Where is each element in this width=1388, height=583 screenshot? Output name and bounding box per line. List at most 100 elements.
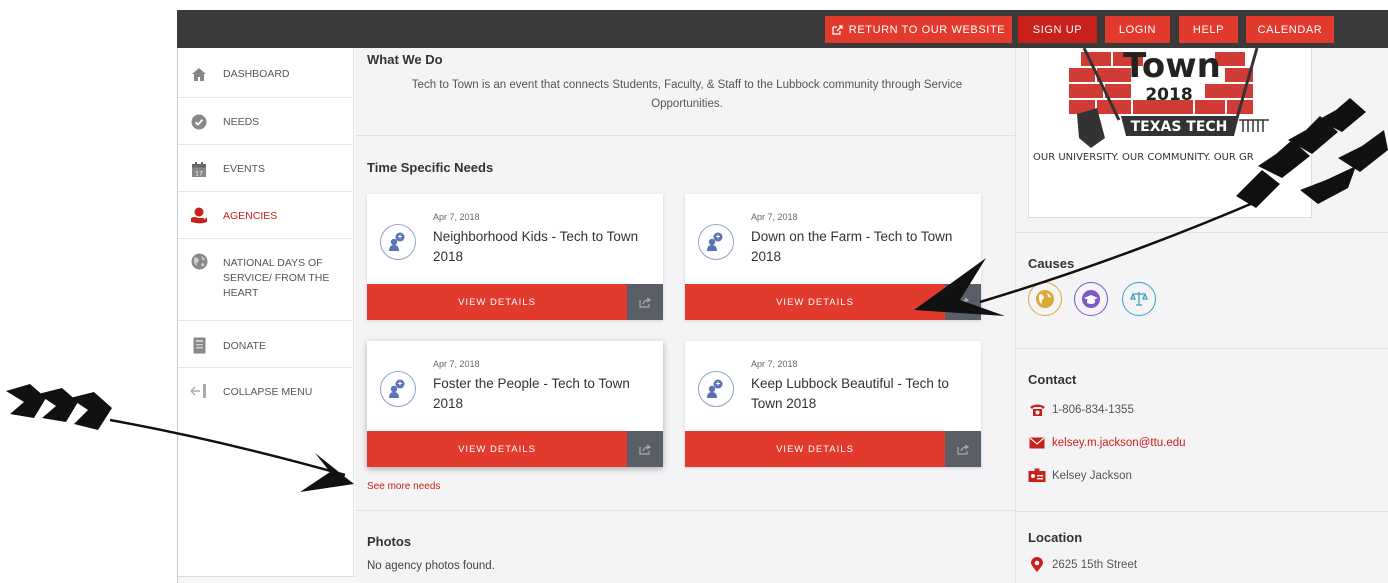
donate-icon [190,336,208,354]
view-details-button[interactable]: VIEW DETAILS [367,431,627,467]
what-we-do-description: Tech to Town is an event that connects S… [411,79,963,110]
need-date: Apr 7, 2018 [751,359,798,369]
contact-title: Contact [1028,372,1077,387]
location-address: 2625 15th Street [1028,557,1137,573]
photos-title: Photos [367,534,412,549]
tech-to-town-logo-image: Town 2018 TEXAS TECH OUR UNIVERSITY. OUR… [1033,46,1269,163]
need-card: Apr 7, 2018 Foster the People - Tech to … [367,341,663,467]
help-button[interactable]: Help [1179,16,1238,43]
sidebar-item-label: DASHBOARD [223,68,290,80]
page: Return to our website Sign up Login Help… [0,0,1388,583]
cause-globe-button[interactable] [1028,282,1062,316]
calendar-label: Calendar [1257,23,1323,36]
location-title: Location [1028,530,1083,545]
divider [1016,232,1388,233]
volunteer-icon [698,224,734,260]
sign-up-label: Sign up [1032,23,1083,36]
main-content: What We Do Tech to Town is an event that… [355,48,1015,583]
agency-hand-icon [190,206,208,224]
divider [355,135,1015,136]
email-address: kelsey.m.jackson@ttu.edu [1052,437,1186,449]
need-title: Down on the Farm - Tech to Town 2018 [751,229,953,264]
map-pin-icon [1028,557,1046,573]
view-details-button[interactable]: VIEW DETAILS [685,431,945,467]
see-more-needs-link[interactable]: See more needs [367,481,440,492]
sidebar-item-label: EVENTS [223,163,266,175]
return-to-website-button[interactable]: Return to our website [825,16,1012,43]
volunteer-icon [698,371,734,407]
logo-banner: TEXAS TECH [1131,119,1228,135]
sidebar-item-collapse-menu[interactable]: COLLAPSE MENU [178,368,354,413]
divider [355,510,1015,511]
sidebar-item-agencies[interactable]: AGENCIES [178,192,354,239]
external-link-icon [832,24,843,35]
causes-title: Causes [1028,256,1075,271]
share-icon [956,297,969,308]
need-card: Apr 7, 2018 Neighborhood Kids - Tech to … [367,194,663,320]
phone-icon [1028,403,1046,417]
view-details-button[interactable]: VIEW DETAILS [685,284,945,320]
envelope-icon [1028,437,1046,449]
sidebar: DASHBOARD NEEDS 17 EVENTS AGENCIES NATIO… [177,48,528,583]
no-photos-message: No agency photos found. [367,560,495,572]
sidebar-item-label: NATIONAL DAYS OF SERVICE/ FROM THE HEART [223,257,330,299]
id-card-icon [1028,468,1046,483]
share-icon [638,297,651,308]
phone-number: 1-806-834-1355 [1052,404,1134,416]
volunteer-icon [380,371,416,407]
agency-logo: Town 2018 TEXAS TECH OUR UNIVERSITY. OUR… [1028,46,1312,218]
sidebar-item-label: AGENCIES [223,210,278,222]
calendar-button[interactable]: Calendar [1246,16,1334,43]
logo-word: Town [1123,48,1221,86]
share-button[interactable] [945,284,981,320]
login-label: Login [1118,23,1157,36]
contact-email[interactable]: kelsey.m.jackson@ttu.edu [1028,437,1186,449]
address-line: 2625 15th Street [1052,559,1138,571]
share-icon [638,444,651,455]
svg-text:17: 17 [195,170,203,177]
graduation-cap-icon [1082,290,1100,308]
sidebar-item-events[interactable]: 17 EVENTS [178,145,354,192]
sidebar-item-label: DONATE [223,340,266,352]
need-title: Foster the People - Tech to Town 2018 [433,376,630,411]
need-title: Neighborhood Kids - Tech to Town 2018 [433,229,639,264]
sidebar-item-national-days[interactable]: NATIONAL DAYS OF SERVICE/ FROM THE HEART [178,239,354,321]
home-icon [190,65,208,83]
sidebar-item-dashboard[interactable]: DASHBOARD [178,48,354,98]
need-date: Apr 7, 2018 [433,359,480,369]
divider [1016,348,1388,349]
need-card: Apr 7, 2018 Keep Lubbock Beautiful - Tec… [685,341,981,467]
cause-justice-button[interactable] [1122,282,1156,316]
cause-education-button[interactable] [1074,282,1108,316]
help-label: Help [1192,23,1225,36]
divider [1016,511,1388,512]
scales-icon [1130,292,1148,306]
check-circle-icon [190,113,208,131]
share-button[interactable] [945,431,981,467]
globe-icon [1036,290,1054,308]
sidebar-item-donate[interactable]: DONATE [178,321,354,368]
globe-icon [190,252,208,270]
collapse-arrow-icon [190,382,208,400]
contact-person: Kelsey Jackson [1028,468,1132,483]
logo-year: 2018 [1145,85,1192,105]
time-specific-needs-title: Time Specific Needs [367,160,494,175]
login-button[interactable]: Login [1105,16,1170,43]
sidebar-item-needs[interactable]: NEEDS [178,98,354,145]
what-we-do-title: What We Do [367,52,443,67]
sign-up-button[interactable]: Sign up [1018,16,1097,43]
share-button[interactable] [627,284,663,320]
need-date: Apr 7, 2018 [751,212,798,222]
share-icon [956,444,969,455]
right-column: Town 2018 TEXAS TECH OUR UNIVERSITY. OUR… [1015,46,1388,583]
contact-phone: 1-806-834-1355 [1028,403,1134,417]
sidebar-item-label: NEEDS [223,116,260,128]
left-arrow-fletching [6,384,112,430]
return-to-website-label: Return to our website [848,23,1006,36]
need-card: Apr 7, 2018 Down on the Farm - Tech to T… [685,194,981,320]
contact-name: Kelsey Jackson [1052,469,1132,482]
logo-tagline: OUR UNIVERSITY. OUR COMMUNITY. OUR GR [1033,152,1254,163]
sidebar-item-label: COLLAPSE MENU [223,386,313,398]
view-details-button[interactable]: VIEW DETAILS [367,284,627,320]
share-button[interactable] [627,431,663,467]
